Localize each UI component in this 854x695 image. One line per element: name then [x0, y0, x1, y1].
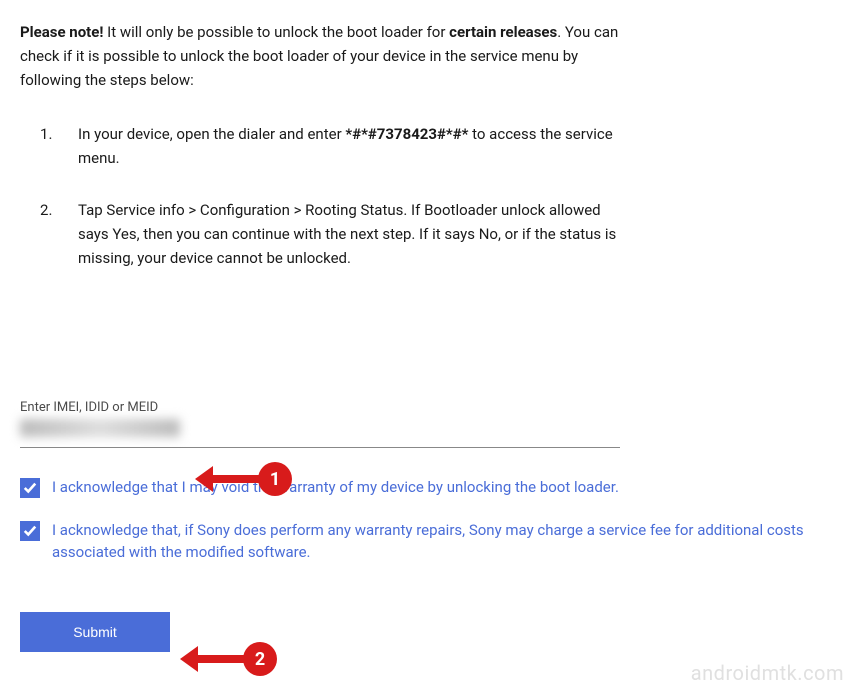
- watermark: androidmtk.com: [691, 661, 844, 685]
- imei-input[interactable]: [20, 419, 620, 448]
- checkbox-service-fee-label[interactable]: I acknowledge that, if Sony does perform…: [52, 519, 834, 564]
- step-2-text: Tap Service info > Configuration > Rooti…: [78, 201, 616, 267]
- step-2: Tap Service info > Configuration > Rooti…: [40, 198, 620, 270]
- step-1: In your device, open the dialer and ente…: [40, 122, 620, 170]
- checkmark-icon: [23, 524, 37, 538]
- checkbox-warranty-void[interactable]: [20, 478, 40, 498]
- checkbox-row-1: I acknowledge that I may void the warran…: [20, 476, 834, 499]
- step-1-pre: In your device, open the dialer and ente…: [78, 125, 345, 143]
- checkmark-icon: [23, 481, 37, 495]
- notice-text-1: It will only be possible to unlock the b…: [103, 23, 449, 41]
- checkbox-service-fee[interactable]: [20, 521, 40, 541]
- imei-label: Enter IMEI, IDID or MEID: [20, 400, 834, 415]
- notice-bold-releases: certain releases: [449, 23, 557, 41]
- checkbox-row-2: I acknowledge that, if Sony does perform…: [20, 519, 834, 564]
- submit-button[interactable]: Submit: [20, 612, 170, 652]
- step-1-code: *#*#7378423#*#*: [345, 125, 468, 143]
- imei-blurred-value: [20, 419, 180, 437]
- arrow-icon: [195, 655, 245, 663]
- steps-list: In your device, open the dialer and ente…: [40, 122, 620, 270]
- notice-text: Please note! It will only be possible to…: [20, 20, 640, 92]
- notice-bold-prefix: Please note!: [20, 23, 103, 41]
- form-section: Enter IMEI, IDID or MEID I acknowledge t…: [20, 400, 834, 652]
- checkbox-warranty-void-label[interactable]: I acknowledge that I may void the warran…: [52, 476, 619, 499]
